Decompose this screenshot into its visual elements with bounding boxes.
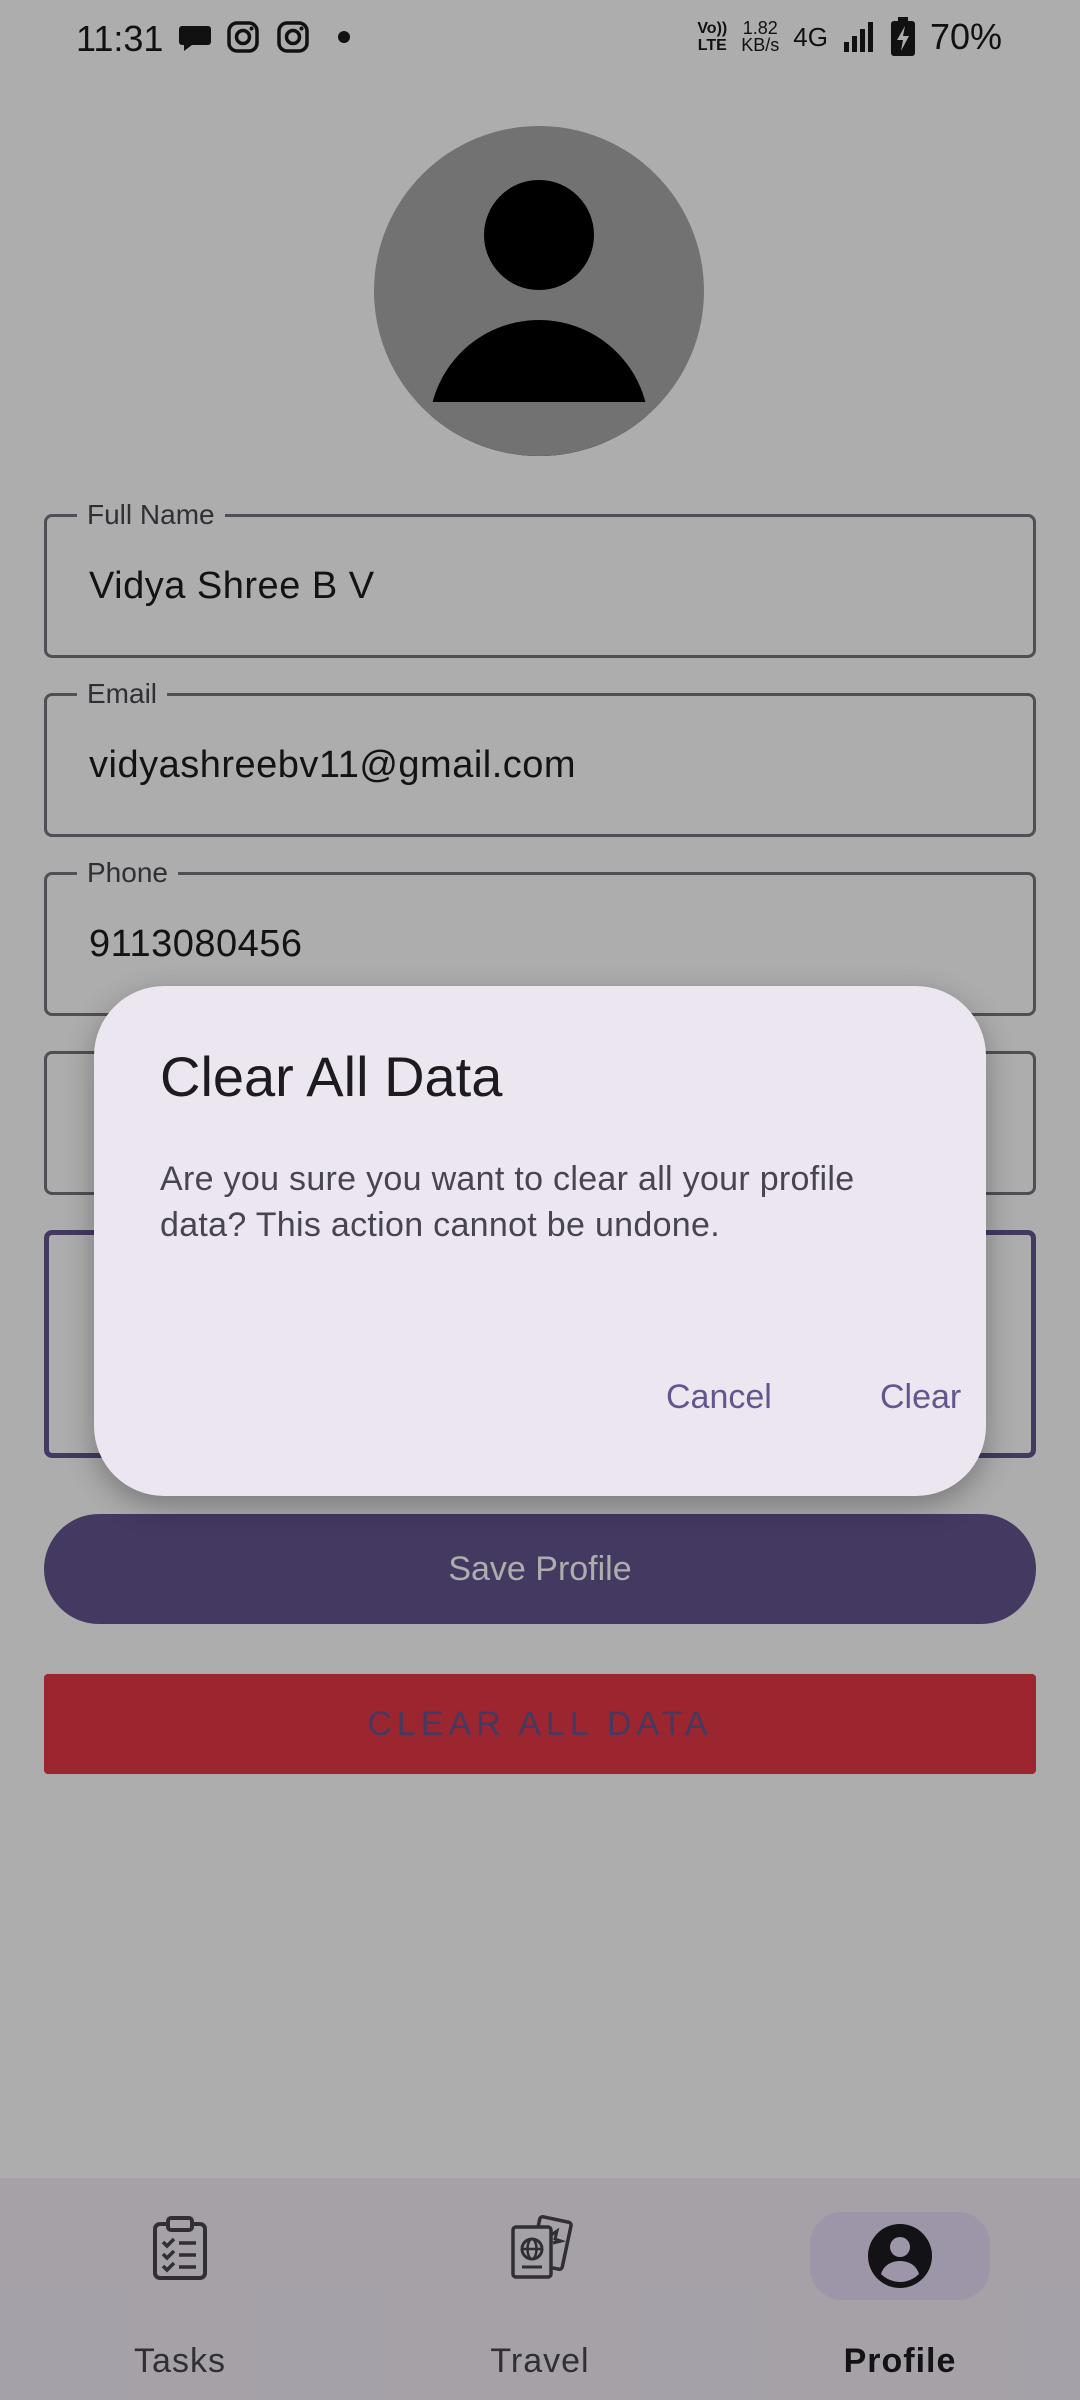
dialog-title: Clear All Data — [160, 1045, 503, 1108]
confirm-clear-button[interactable]: Clear — [860, 1366, 981, 1429]
clear-data-dialog: Clear All Data Are you sure you want to … — [94, 986, 986, 1496]
cancel-button[interactable]: Cancel — [646, 1366, 792, 1429]
dialog-message: Are you sure you want to clear all your … — [160, 1160, 855, 1244]
